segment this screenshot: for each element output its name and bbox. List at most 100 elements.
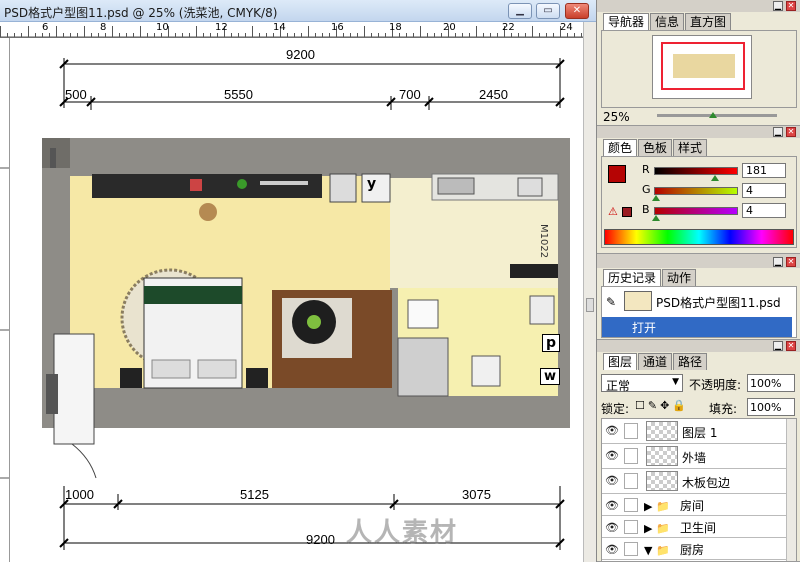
eye-icon[interactable]: 👁 <box>604 498 620 514</box>
navigator-preview-area <box>601 30 797 108</box>
dim-bottom-total: 9200 <box>306 532 335 547</box>
chevron-down-icon: ▼ <box>672 377 679 387</box>
layer-row[interactable]: 👁 图层 1 <box>602 419 792 444</box>
tab-paths[interactable]: 路径 <box>673 353 708 370</box>
link-box[interactable] <box>624 473 638 489</box>
eye-icon[interactable]: 👁 <box>604 423 620 439</box>
tab-color[interactable]: 颜色 <box>603 139 638 156</box>
panel-close-button[interactable]: ✕ <box>786 257 796 267</box>
layer-row[interactable]: 👁 外墙 <box>602 444 792 469</box>
tab-histogram[interactable]: 直方图 <box>685 13 732 30</box>
tab-info[interactable]: 信息 <box>650 13 685 30</box>
link-box[interactable] <box>624 423 638 439</box>
blue-slider-handle[interactable] <box>652 215 660 221</box>
zoom-value[interactable]: 25% <box>603 110 630 124</box>
panel-close-button[interactable]: ✕ <box>786 1 796 11</box>
blue-value-input[interactable]: 4 <box>742 203 786 218</box>
document-titlebar: PSD格式户型图11.psd @ 25% (洗菜池, CMYK/8) ▁ ▭ ✕ <box>0 0 596 22</box>
green-slider-handle[interactable] <box>652 195 660 201</box>
link-box[interactable] <box>624 498 638 512</box>
fill-label: 填充: <box>709 402 738 416</box>
group-name: 卫生间 <box>680 521 717 535</box>
opacity-input[interactable]: 100% <box>747 374 795 392</box>
panels-dock: ▁ ✕ 导航器 信息 直方图 25% ▁ ✕ 颜色 色板 样式 ⚠ R G B … <box>596 0 800 562</box>
dim-bottom-segment: 5125 <box>240 487 269 502</box>
lock-icons[interactable]: ☐✎✥🔒 <box>635 399 689 412</box>
eye-icon[interactable]: 👁 <box>604 473 620 489</box>
opacity-value: 100% <box>750 377 782 390</box>
dim-bottom-segment: 3075 <box>462 487 491 502</box>
eye-icon[interactable]: 👁 <box>604 520 620 536</box>
green-slider[interactable] <box>654 187 738 195</box>
red-slider-handle[interactable] <box>711 175 719 181</box>
navigator-thumbnail[interactable] <box>652 35 752 99</box>
tab-navigator[interactable]: 导航器 <box>603 13 650 30</box>
folder-icon[interactable]: ▶ 📁 <box>644 500 670 513</box>
layers-scrollbar[interactable] <box>786 419 796 561</box>
panel-minimize-button[interactable]: ▁ <box>773 127 783 137</box>
ruler-number: 24 <box>560 22 573 33</box>
gamut-color-swatch[interactable] <box>622 207 632 217</box>
red-slider[interactable] <box>654 167 738 175</box>
red-value-input[interactable]: 181 <box>742 163 786 178</box>
layer-name: 外墙 <box>682 451 707 465</box>
tab-actions[interactable]: 动作 <box>662 269 697 286</box>
history-step-row[interactable]: 打开 <box>602 317 792 337</box>
foreground-color-swatch[interactable] <box>608 165 626 183</box>
folder-icon[interactable]: ▶ 📁 <box>644 522 670 535</box>
document-canvas[interactable]: 9200 500 5550 700 2450 1000 5125 3075 92… <box>10 38 583 562</box>
horizontal-ruler: 6 8 10 12 14 16 18 20 22 24 <box>0 22 583 38</box>
gamut-warning-icon[interactable]: ⚠ <box>608 205 618 218</box>
panel-minimize-button[interactable]: ▁ <box>773 1 783 11</box>
blend-mode-select[interactable]: 正常 ▼ <box>601 374 683 393</box>
panel-close-button[interactable]: ✕ <box>786 341 796 351</box>
tab-history[interactable]: 历史记录 <box>603 269 662 286</box>
scroll-thumb[interactable] <box>586 298 594 312</box>
dim-top-segment: 500 <box>65 87 87 102</box>
ruler-number: 18 <box>389 22 402 33</box>
fill-value: 100% <box>750 401 782 414</box>
document-title: PSD格式户型图11.psd @ 25% (洗菜池, CMYK/8) <box>4 6 278 20</box>
history-snapshot-name[interactable]: PSD格式户型图11.psd <box>656 294 781 311</box>
plan-label-p: p <box>542 334 561 352</box>
layer-group-row[interactable]: 👁 ▶ 📁 房间 <box>602 494 792 516</box>
history-brush-icon[interactable]: ✎ <box>606 295 616 309</box>
fill-input[interactable]: 100% <box>747 398 795 416</box>
blue-slider[interactable] <box>654 207 738 215</box>
link-box[interactable] <box>624 542 638 556</box>
eye-icon[interactable]: 👁 <box>604 542 620 558</box>
eye-icon[interactable]: 👁 <box>604 448 620 464</box>
ruler-number: 12 <box>215 22 228 33</box>
vertical-scrollbar[interactable] <box>583 22 596 562</box>
layer-group-row[interactable]: 👁 ▶ 📁 卫生间 <box>602 516 792 538</box>
tab-layers[interactable]: 图层 <box>603 353 638 370</box>
color-panel: ▁ ✕ 颜色 色板 样式 ⚠ R G B 181 4 4 <box>597 126 800 254</box>
close-button[interactable]: ✕ <box>565 3 589 19</box>
zoom-slider-handle[interactable] <box>709 112 717 118</box>
layer-thumbnail <box>646 446 678 466</box>
panel-close-button[interactable]: ✕ <box>786 127 796 137</box>
restore-button[interactable]: ▭ <box>536 3 560 19</box>
dim-top-segment: 700 <box>399 87 421 102</box>
blend-mode-value: 正常 <box>606 379 631 393</box>
channel-label-r: R <box>642 163 650 176</box>
tab-swatches[interactable]: 色板 <box>638 139 673 156</box>
layer-row[interactable]: 👁 木板包边 <box>602 469 792 494</box>
dim-top-total: 9200 <box>286 47 315 62</box>
panel-minimize-button[interactable]: ▁ <box>773 341 783 351</box>
minimize-button[interactable]: ▁ <box>508 3 532 19</box>
folder-icon[interactable]: ▼ 📁 <box>644 544 670 557</box>
tab-styles[interactable]: 样式 <box>673 139 708 156</box>
channel-label-g: G <box>642 183 651 196</box>
layer-name: 图层 1 <box>682 426 718 440</box>
tab-channels[interactable]: 通道 <box>638 353 673 370</box>
link-box[interactable] <box>624 520 638 534</box>
layer-group-row[interactable]: 👁 ▼ 📁 厨房 <box>602 538 792 560</box>
ruler-number: 22 <box>502 22 515 33</box>
link-box[interactable] <box>624 448 638 464</box>
panel-minimize-button[interactable]: ▁ <box>773 257 783 267</box>
layer-name: 木板包边 <box>682 476 731 490</box>
color-spectrum-bar[interactable] <box>604 229 794 245</box>
plan-label-y: y <box>367 176 377 192</box>
green-value-input[interactable]: 4 <box>742 183 786 198</box>
